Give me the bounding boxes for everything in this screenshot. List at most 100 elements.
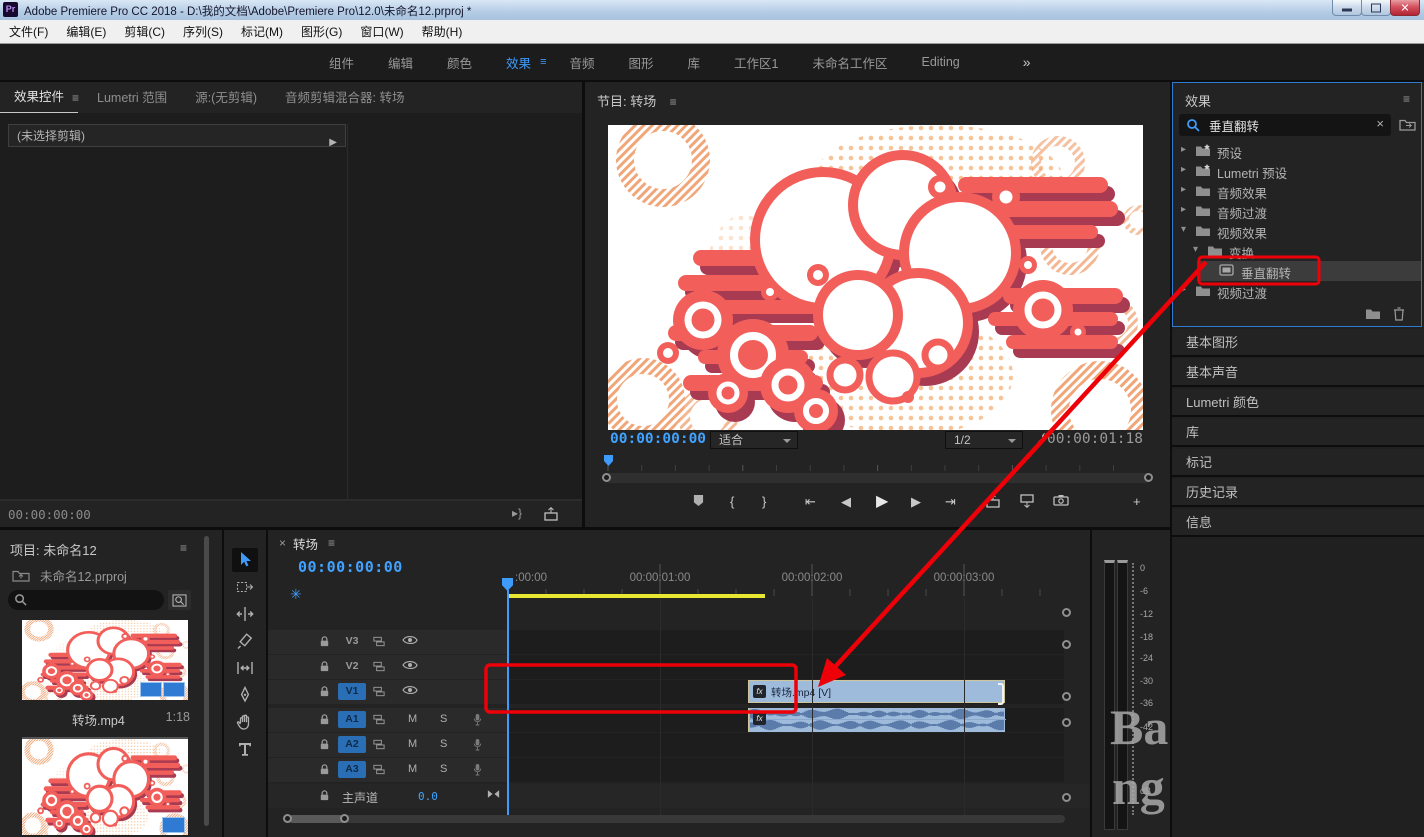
menu-item-6[interactable]: 窗口(W) <box>351 23 412 40</box>
track-header-A1[interactable]: A1MS <box>268 708 507 732</box>
effects-tree-item-Lumetri 预设[interactable]: ▸Lumetri 预设 <box>1173 161 1421 181</box>
add-marker-button[interactable] <box>693 494 704 507</box>
track-target-V1[interactable]: V1 <box>338 683 366 700</box>
lift-button[interactable] <box>985 494 1001 508</box>
go-to-in-button[interactable]: ⇤ <box>805 494 816 510</box>
effects-tree-item-视频效果[interactable]: ▾视频效果 <box>1173 221 1421 241</box>
project-search-box[interactable] <box>8 590 164 610</box>
menu-item-3[interactable]: 序列(S) <box>174 23 232 40</box>
project-search-input[interactable] <box>32 591 156 609</box>
solo-button[interactable]: S <box>440 763 447 775</box>
panel-tab-信息[interactable]: 信息 <box>1172 509 1424 537</box>
playback-resolution-dropdown[interactable]: 1/2 <box>945 431 1023 449</box>
sync-lock-icon[interactable] <box>372 635 386 648</box>
workspace-tab-0[interactable]: 组件 <box>312 53 371 72</box>
menu-item-7[interactable]: 帮助(H) <box>413 23 472 40</box>
panel-menu-icon[interactable]: ≡ <box>670 95 677 109</box>
effect-controls-tab-3[interactable]: 音频剪辑混合器: 转场 <box>271 83 418 113</box>
workspace-tab-8[interactable]: 未命名工作区 <box>795 53 904 72</box>
panel-tab-标记[interactable]: 标记 <box>1172 449 1424 477</box>
export-frame-icon[interactable] <box>543 507 559 521</box>
program-mini-timeline[interactable] <box>604 455 1151 471</box>
twirl-closed-icon[interactable]: ▸ <box>1181 184 1186 195</box>
workspace-overflow-chevron[interactable]: » <box>1023 54 1031 70</box>
mute-button[interactable]: M <box>408 738 417 750</box>
effects-search-box[interactable]: × <box>1179 114 1391 136</box>
toggle-track-output-icon[interactable] <box>402 660 418 670</box>
track-content-V3[interactable] <box>508 630 1064 654</box>
track-target-A2[interactable]: A2 <box>338 736 366 753</box>
effect-controls-tab-2[interactable]: 源:(无剪辑) <box>181 83 271 113</box>
track-scroll-handle[interactable] <box>1062 718 1071 727</box>
track-scroll-handle[interactable] <box>1062 692 1071 701</box>
twirl-open-icon[interactable]: ▾ <box>1181 224 1186 235</box>
workspace-tab-7[interactable]: 工作区1 <box>717 53 795 72</box>
panel-menu-icon[interactable]: ≡ <box>1403 92 1410 106</box>
close-button[interactable]: ✕ <box>1390 0 1420 16</box>
panel-tab-基本图形[interactable]: 基本图形 <box>1172 329 1424 357</box>
track-content-V1[interactable]: fx转场.mp4 [V] <box>508 680 1064 704</box>
slip-tool[interactable] <box>232 656 258 680</box>
effects-tree-item-音频过渡[interactable]: ▸音频过渡 <box>1173 201 1421 221</box>
scroll-handle-right[interactable] <box>1144 473 1153 482</box>
sync-lock-icon[interactable] <box>372 738 386 751</box>
voiceover-mic-icon[interactable] <box>472 763 483 776</box>
voiceover-mic-icon[interactable] <box>472 713 483 726</box>
project-title[interactable]: 项目: 未命名12 <box>10 543 97 558</box>
workspace-tab-9[interactable]: Editing <box>905 55 977 69</box>
twirl-closed-icon[interactable]: ▸ <box>1181 144 1186 155</box>
menu-item-0[interactable]: 文件(F) <box>0 23 57 40</box>
effect-controls-tab-1[interactable]: Lumetri 范围 <box>83 83 181 113</box>
fit-icon[interactable] <box>486 789 501 799</box>
delete-icon[interactable] <box>1393 307 1405 321</box>
menu-item-5[interactable]: 图形(G) <box>292 23 351 40</box>
timeline-audio-clip[interactable]: fx <box>748 708 1005 732</box>
effect-controls-tab-0[interactable]: 效果控件 <box>0 82 78 114</box>
sync-lock-icon[interactable] <box>372 685 386 698</box>
lock-icon[interactable] <box>318 738 331 751</box>
no-clip-selected-header[interactable]: (未选择剪辑) ▶ <box>8 124 346 147</box>
program-timecode[interactable]: 00:00:00:00 <box>610 431 706 447</box>
track-content-A2[interactable] <box>508 733 1064 757</box>
hand-tool[interactable] <box>232 710 258 734</box>
effects-tree-item-预设[interactable]: ▸预设 <box>1173 141 1421 161</box>
twirl-open-icon[interactable]: ▾ <box>1193 244 1198 255</box>
panel-tab-Lumetri 颜色[interactable]: Lumetri 颜色 <box>1172 389 1424 417</box>
type-tool[interactable] <box>232 737 258 761</box>
go-to-out-button[interactable]: ⇥ <box>945 494 956 510</box>
effects-tree-item-垂直翻转[interactable]: 垂直翻转 <box>1173 261 1421 281</box>
track-content-A3[interactable] <box>508 758 1064 782</box>
panel-menu-icon[interactable]: ≡ <box>180 541 187 555</box>
effects-tree-item-音频效果[interactable]: ▸音频效果 <box>1173 181 1421 201</box>
lock-icon[interactable] <box>318 660 331 673</box>
step-forward-button[interactable]: ▶ <box>911 494 921 510</box>
mute-button[interactable]: M <box>408 763 417 775</box>
panel-tab-历史记录[interactable]: 历史记录 <box>1172 479 1424 507</box>
sync-lock-icon[interactable] <box>372 660 386 673</box>
zoom-level-dropdown[interactable]: 适合 <box>710 431 798 449</box>
program-video-frame[interactable] <box>608 125 1143 430</box>
program-scrollbar[interactable] <box>604 473 1151 483</box>
panel-tab-库[interactable]: 库 <box>1172 419 1424 447</box>
lock-icon[interactable] <box>318 635 331 648</box>
zoom-handle-left[interactable] <box>283 814 292 823</box>
twirl-closed-icon[interactable]: ▸ <box>1181 164 1186 175</box>
export-frame-button[interactable] <box>1053 494 1069 506</box>
effects-search-input[interactable] <box>1207 115 1361 135</box>
workspace-tab-6[interactable]: 库 <box>671 53 718 72</box>
solo-button[interactable]: S <box>440 713 447 725</box>
workspace-tab-5[interactable]: 图形 <box>612 53 671 72</box>
lock-icon[interactable] <box>318 789 331 802</box>
timeline-video-clip[interactable]: fx转场.mp4 [V] <box>748 680 1005 703</box>
track-content-V2[interactable] <box>508 655 1064 679</box>
restore-button[interactable] <box>1361 0 1391 16</box>
panel-tab-基本声音[interactable]: 基本声音 <box>1172 359 1424 387</box>
mute-button[interactable]: M <box>408 713 417 725</box>
lock-icon[interactable] <box>318 713 331 726</box>
mark-in-button[interactable]: { <box>730 494 734 509</box>
voiceover-mic-icon[interactable] <box>472 738 483 751</box>
extract-button[interactable] <box>1019 494 1035 508</box>
workspace-tab-2[interactable]: 颜色 <box>430 53 489 72</box>
track-select-forward-tool[interactable] <box>232 575 258 599</box>
track-target-V3[interactable]: V3 <box>338 633 366 650</box>
